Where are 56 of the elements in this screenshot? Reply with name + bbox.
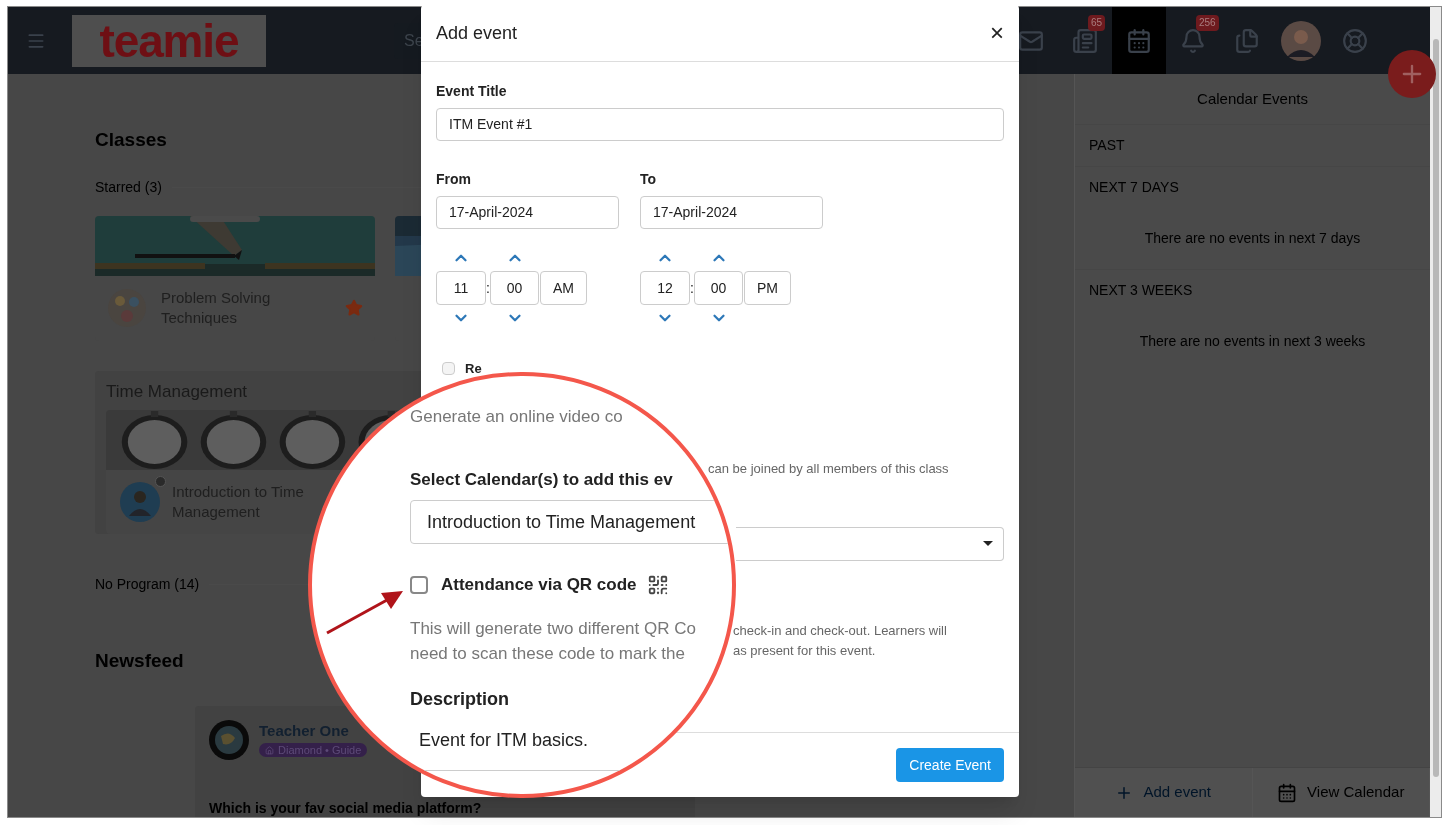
empty-message: There are no events in next 3 weeks <box>1138 332 1367 351</box>
group-label: Starred (3) <box>95 177 162 197</box>
empty-message: There are no events in next 7 days <box>1143 229 1362 248</box>
avatar <box>120 482 160 522</box>
post-question: Which is your fav social media platform? <box>209 798 483 817</box>
minute-field[interactable]: 00 <box>694 271 743 305</box>
section-label: PAST <box>1088 136 1126 155</box>
help-text: check-in and check-out. Learners will <box>733 622 948 640</box>
checkbox[interactable] <box>442 362 455 376</box>
lifebuoy-icon <box>1342 27 1368 54</box>
section-label: NEXT 7 DAYS <box>1088 178 1180 197</box>
close-button[interactable]: × <box>990 21 1004 45</box>
section-heading: Classes <box>95 128 167 152</box>
time-separator: : <box>486 278 490 298</box>
group-label: No Program (14) <box>95 575 200 594</box>
help-text: can be joined by all members of this class <box>708 459 949 478</box>
scrollbar[interactable] <box>1430 7 1441 817</box>
section-label: NEXT 3 WEEKS <box>1088 281 1194 300</box>
caret-icon <box>983 541 993 547</box>
help-text: need to scan these code to mark the <box>410 642 685 665</box>
event-title-field[interactable]: ITM Event #1 <box>436 108 1004 141</box>
field-label: Description <box>410 687 510 711</box>
hour-field[interactable]: 12 <box>640 271 690 305</box>
star-icon[interactable] <box>345 299 363 317</box>
newspaper-icon <box>1072 27 1098 54</box>
field-label: From <box>436 170 472 189</box>
period-toggle[interactable]: PM <box>744 271 791 305</box>
checkbox-label: Re <box>465 360 482 378</box>
count-badge: 65 <box>1088 15 1106 31</box>
logo: teamie <box>72 14 266 67</box>
hour-field[interactable]: 11 <box>436 271 486 305</box>
avatar <box>1281 20 1321 61</box>
section-heading: Newsfeed <box>95 649 184 673</box>
qr-code-icon <box>646 573 669 596</box>
bell-icon <box>1180 27 1206 54</box>
files-icon <box>1234 27 1260 54</box>
avatar <box>209 719 249 760</box>
checkbox-label: Attendance via QR code <box>441 574 637 596</box>
field-label: To <box>640 170 658 189</box>
help-text: This will generate two different QR Co <box>410 617 696 640</box>
panel-title: Calendar Events <box>1196 88 1309 109</box>
avatar <box>107 288 147 328</box>
minute-field[interactable]: 00 <box>490 271 539 305</box>
dialog-title: Add event <box>436 21 518 45</box>
date-field[interactable]: 17-April-2024 <box>436 196 619 229</box>
time-separator: : <box>690 278 694 298</box>
period-toggle[interactable]: AM <box>540 271 587 305</box>
calendar-icon <box>1126 27 1152 54</box>
description-field[interactable]: Event for ITM basics. <box>410 726 732 771</box>
home-icon <box>265 745 274 755</box>
help-text: as present for this event. <box>733 642 877 660</box>
calendar-icon <box>1277 782 1298 803</box>
date-field[interactable]: 17-April-2024 <box>640 196 823 229</box>
field-label: Event Title <box>436 82 508 101</box>
count-badge: 256 <box>1196 15 1219 31</box>
checkbox[interactable] <box>410 575 428 594</box>
